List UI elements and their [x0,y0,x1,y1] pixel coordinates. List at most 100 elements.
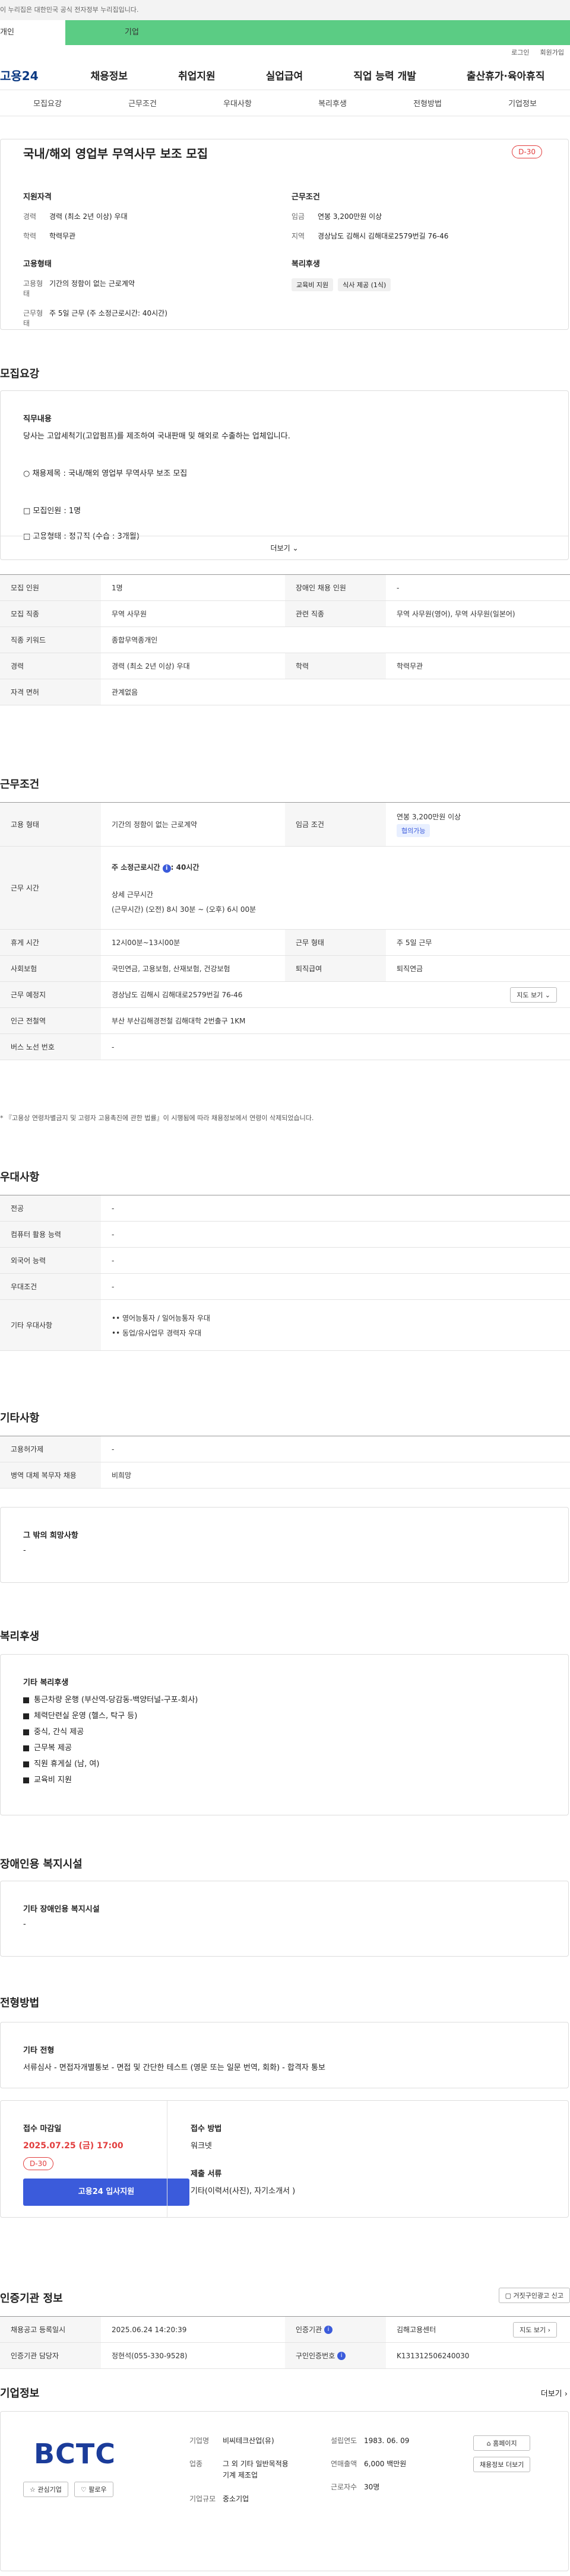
table-row: 근무 예정지 경상남도 김해시 김해대로2579번길 76-46 지도 보기 ⌄ [0,982,570,1008]
follow-button[interactable]: ♡ 팔로우 [74,2482,113,2497]
cell-value: 정현석(055-330-9528) [112,2352,188,2360]
cell-label: 인증기관 담당자 [0,2343,101,2368]
table-row: 외국어 능력 - [0,1248,570,1274]
homepage-button[interactable]: ⌂ 홈페이지 [473,2435,531,2451]
etc-table: 고용허가제 - 병역 대체 복무자 채용 비희망 [0,1436,570,1489]
deadline-label: 접수 마감일 [23,2125,62,2133]
table-row: 자격 면허 관계없음 [0,679,570,705]
table-row: 모집 인원 1명 장애인 채용 인원 - [0,575,570,601]
size-label: 기업규모 [189,2494,216,2503]
duty-box: 직무내용 당사는 고압세척기(고압펌프)를 제조하여 국내판매 및 해외로 수출… [0,390,569,560]
revenue-value: 6,000 백만원 [364,2460,407,2469]
work-table: 고용 형태 기간의 정함이 없는 근로계약 임금 조건 연봉 3,200만원 이상 협의… [0,802,570,1060]
screening-sub-heading: 기타 전형 [23,2046,55,2055]
cell-label: 임금 조건 [285,803,386,846]
agency-map-button[interactable]: 지도 보기 › [513,2321,557,2338]
map-view-button[interactable]: 지도 보기 ⌄ [510,987,557,1003]
table-row: 직종 키워드 종합무역종개인 [0,627,570,653]
cell-label: 모집 인원 [0,575,101,600]
document-icon: ▢ [505,2292,512,2300]
gnb-parental-leave[interactable]: 출산휴가·육아휴직 [467,68,545,82]
table-row: 전공 - [0,1195,570,1222]
cell-label: 직종 키워드 [0,627,101,653]
table-row: 컴퓨터 활용 능력 - [0,1222,570,1248]
subnav-screening[interactable]: 전형방법 [413,97,442,109]
workform-label: 근무형태 [23,309,43,327]
info-icon[interactable]: i [337,2351,346,2360]
cell-label: 우대조건 [0,1274,101,1299]
hope-heading: 그 밖의 희망사항 [23,1531,78,1540]
report-fake-ad-button[interactable]: ▢ 거짓구인광고 신고 [498,2288,570,2303]
agency-table: 채용공고 등록일시 2025.06.24 14:20:39 인증기관 i 김해고용센터… [0,2316,570,2369]
tab-company[interactable]: 기업 [65,20,570,45]
subnav-recruit[interactable]: 모집요강 [33,97,62,109]
recruit-heading: 모집요강 [0,368,40,380]
company-logo: BCTC [34,2438,116,2470]
cell-value: 종합무역종개인 [112,636,158,644]
hope-box: 그 밖의 희망사항 - [0,1507,569,1583]
founded-value: 1983. 06. 09 [364,2437,410,2445]
subnav-welfare[interactable]: 복리후생 [318,97,347,109]
welfare-box: 기타 복리후생 통근차량 운행 (부산역-당감동-백양터널-구포-회사) 체력단… [0,1654,569,1815]
detail-hours-value: (근무시간) (오전) 8시 30분 ~ (오후) 6시 00분 [112,905,256,914]
weekly-hours-label: 주 소정근로시간 [112,863,160,872]
welfare-item: 통근차량 운행 (부산역-당감동-백양터널-구포-회사) [23,1693,546,1704]
company-heading: 기업정보 [0,2387,40,2400]
info-icon[interactable]: i [324,2325,332,2334]
more-label: 더보기 [270,544,290,552]
screening-box: 기타 전형 서류심사 - 면접자개별통보 - 면접 및 간단한 테스트 (영문 … [0,2022,569,2088]
recruit-table: 모집 인원 1명 장애인 채용 인원 - 모집 직종 무역 사무원 관련 직종 무역 사무원… [0,574,570,705]
cell-label: 관련 직종 [285,601,386,626]
welfare-item: 교육비 지원 [23,1773,546,1785]
subnav-company[interactable]: 기업정보 [508,97,537,109]
gnb-vocational-training[interactable]: 직업 능력 개발 [353,68,416,82]
gnb-jobs[interactable]: 채용정보 [91,68,128,82]
cell-value: - [112,1204,115,1213]
top-links: 로그인 회원가입 [0,45,570,61]
company-more-link[interactable]: 더보기 › [541,2387,568,2399]
apply-button[interactable]: 고용24 입사지원 [23,2179,189,2206]
disabled-heading: 장애인용 복지시설 [0,1858,83,1871]
info-icon[interactable]: i [162,864,171,873]
wage-value: 연봉 3,200만원 이상 [318,212,382,221]
job-summary-card: 국내/해외 영업부 무역사무 보조 모집 D-30 지원자격 경력 경력 (최소 … [0,139,569,330]
favorite-company-button[interactable]: ☆ 관심기업 [23,2482,68,2497]
more-button[interactable]: 더보기 ⌄ [1,536,568,559]
table-row: 경력 경력 (최소 2년 이상) 우대 학력 학력무관 [0,653,570,679]
docs-value: 기타(이력서(사진), 자기소개서 ) [191,2187,296,2196]
site-logo[interactable]: 고용24 [0,66,65,84]
pref-table: 전공 - 컴퓨터 활용 능력 - 외국어 능력 - 우대조건 - 기타 우대사항 •• 영… [0,1195,570,1351]
gnb-employment-support[interactable]: 취업지원 [178,68,216,82]
area-label: 지역 [292,232,305,240]
emptype-value: 기간의 정함이 없는 근로계약 [49,279,135,288]
company-name-label: 기업명 [189,2437,210,2445]
subnav-preference[interactable]: 우대사항 [223,97,252,109]
login-link[interactable]: 로그인 [511,45,529,61]
cell-label: 인근 전철역 [0,1008,101,1033]
emptype-label: 고용형태 [23,279,43,298]
gnb-unemployment-benefit[interactable]: 실업급여 [266,68,303,82]
welfare-item: 중식, 간식 제공 [23,1725,546,1737]
cell-value: 관계없음 [112,688,138,697]
pref-heading: 우대사항 [0,1171,40,1184]
tab-personal[interactable]: 개인 [0,20,65,45]
table-row: 인근 전철역 부산 부산김해경전철 김해대학 2번출구 1KM [0,1008,570,1034]
docs-label: 제출 서류 [191,2170,222,2179]
apply-box: 접수 마감일 2025.07.25 (금) 17:00 D-30 고용24 입사… [0,2100,569,2218]
subnav-conditions[interactable]: 근무조건 [128,97,157,109]
home-icon: ⌂ [486,2440,491,2447]
cell-label: 버스 노선 번호 [0,1034,101,1060]
welfare-sub-heading: 기타 복리후생 [23,1678,69,1687]
table-row: 인증기관 담당자 정현석(055-330-9528) 구인인증번호 i K131312… [0,2343,570,2369]
area-value: 경상남도 김해시 김해대로2579번길 76-46 [318,232,449,240]
cell-value: - [112,1230,115,1239]
signup-link[interactable]: 회원가입 [540,45,564,61]
company-name: 비씨테크산업(유) [223,2437,274,2445]
cell-value: - [112,1042,115,1051]
duty-heading: 직무내용 [23,415,52,424]
detail-hours-label: 상세 근무시간 [112,890,154,899]
cell-value: - [112,1256,115,1265]
emptype-heading: 고용형태 [23,260,52,269]
pref-item: •• 영어능통자 / 일어능통자 우대 [112,1314,210,1322]
company-jobs-button[interactable]: 채용정보 더보기 [473,2457,531,2472]
